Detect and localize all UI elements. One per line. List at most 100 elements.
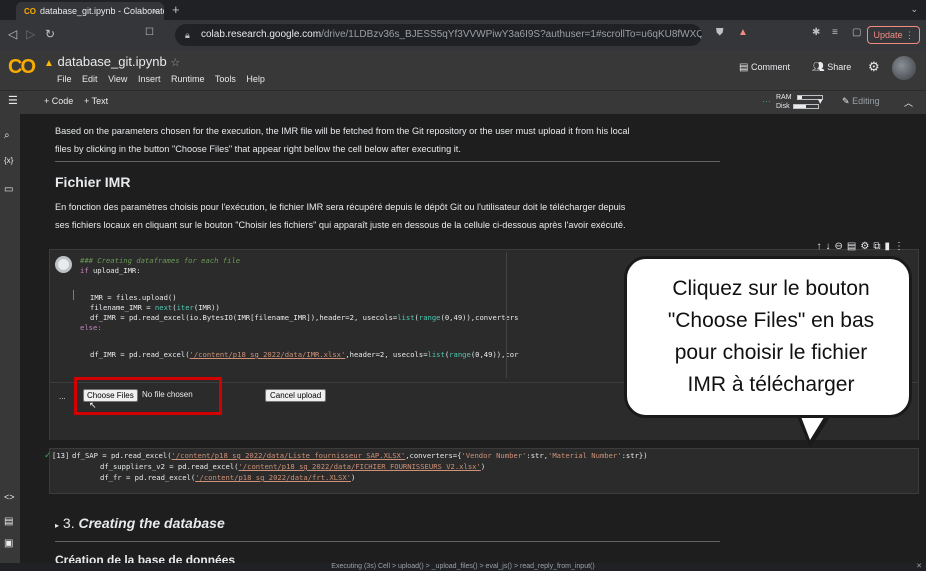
cancel-upload-button[interactable]: Cancel upload <box>265 389 327 402</box>
variables-icon[interactable]: {x} <box>4 156 13 165</box>
more-options-icon[interactable]: ⋮ <box>894 241 908 252</box>
share-icon: 👥︎ <box>812 62 825 73</box>
command-palette-icon[interactable]: ▤ <box>4 516 13 527</box>
expand-section-icon[interactable]: ▸ <box>55 521 59 530</box>
move-up-icon[interactable]: ↑ <box>817 241 826 252</box>
execution-status: Executing (3s) Cell > upload() > _upload… <box>331 563 595 570</box>
notebook-toolbar: ☰ + Code + Text ⋯ RAM Disk ▾ ✎ Editing ︿ <box>0 90 926 114</box>
files-icon[interactable]: ▭ <box>4 184 13 195</box>
code-text: (IMR)) <box>193 303 220 312</box>
menu-edit[interactable]: Edit <box>82 74 98 84</box>
share-button[interactable]: 👥︎ Share <box>812 62 851 73</box>
brave-rewards-icon[interactable]: ▲ <box>738 27 748 38</box>
browser-tab[interactable]: CO database_git.ipynb - Colaboratory × <box>16 2 164 20</box>
code-string: '/content/p18_sg_2022/data/IMR.xlsx' <box>189 350 346 359</box>
editing-mode[interactable]: ✎ Editing <box>842 96 880 107</box>
mirror-cell-icon[interactable]: ⧉ <box>873 241 884 252</box>
colab-tab-icon: CO <box>24 7 36 16</box>
link-icon[interactable]: ⊖ <box>835 241 847 252</box>
terminal-icon[interactable]: ▣ <box>4 538 13 549</box>
ruler-line <box>506 252 507 378</box>
shield-extension-icon[interactable]: ⛊ <box>716 27 724 38</box>
gear-icon[interactable]: ⚙ <box>868 59 880 75</box>
colab-header: CO ▲ database_git.ipynb ☆ File Edit View… <box>0 50 926 90</box>
close-status-icon[interactable]: ✕ <box>916 563 922 571</box>
chevron-down-icon[interactable]: ⌄ <box>910 4 918 15</box>
code-line-2: if upload_IMR: <box>80 266 141 276</box>
drive-icon: ▲ <box>44 58 54 69</box>
reading-list-icon[interactable]: ≡ <box>832 27 838 38</box>
lock-icon: 🔒︎ <box>185 30 190 40</box>
add-code-button[interactable]: + Code <box>44 96 73 106</box>
menu-file[interactable]: File <box>57 74 72 84</box>
code-cell-load-data[interactable]: ✓ [13] df_SAP = pd.read_excel('/content/… <box>44 448 919 494</box>
code-line-2: df_suppliers_v2 = pd.read_excel('/conten… <box>100 462 485 472</box>
code-string: '/content/p18_sg_2022/data/FICHIER FOURN… <box>238 462 481 471</box>
notebook-title[interactable]: ▲ database_git.ipynb ☆ <box>44 54 180 69</box>
toc-menu-icon[interactable]: ☰ <box>8 94 18 107</box>
code-builtin: list <box>397 313 415 322</box>
code-text: ,converters={ <box>405 451 462 460</box>
code-snippets-icon[interactable]: <> <box>4 492 15 502</box>
disk-meter <box>792 103 819 109</box>
code-text: df_IMR = pd.read_excel( <box>90 350 190 359</box>
code-string: 'Vendor Number' <box>461 451 527 460</box>
code-builtin: next <box>154 303 173 312</box>
delete-cell-icon[interactable]: ▮ <box>884 241 894 252</box>
comment-label: Comment <box>750 62 790 72</box>
section-heading[interactable]: ▸ 3. Creating the database <box>55 513 225 536</box>
menu-insert[interactable]: Insert <box>138 74 161 84</box>
stop-execution-button[interactable] <box>55 256 72 273</box>
pencil-icon: ✎ <box>842 96 850 106</box>
url-host: colab.research.google.com <box>201 29 322 40</box>
paragraph-en-line1: Based on the parameters chosen for the e… <box>55 126 630 136</box>
reload-icon[interactable]: ↻ <box>45 27 55 41</box>
menu-tools[interactable]: Tools <box>215 74 236 84</box>
colab-logo[interactable]: CO <box>8 56 36 79</box>
bookmark-page-icon[interactable]: ☐ <box>145 27 154 38</box>
search-icon[interactable]: ⌕ <box>4 130 10 141</box>
output-menu-icon[interactable]: ... <box>59 392 66 401</box>
extensions-icon[interactable]: ✱ <box>812 27 820 38</box>
comment-icon: ▤ <box>739 62 749 73</box>
left-sidebar: ⌕ {x} ▭ <> ▤ ▣ <box>0 114 20 563</box>
code-text: filename_IMR = <box>90 303 155 312</box>
code-text: upload_IMR: <box>88 266 141 275</box>
move-down-icon[interactable]: ↓ <box>826 241 835 252</box>
code-text: ) <box>350 473 356 482</box>
menu-runtime[interactable]: Runtime <box>171 74 205 84</box>
code-keyword: if <box>80 266 89 275</box>
code-builtin: range <box>449 350 471 359</box>
close-tab-icon[interactable]: × <box>153 2 158 20</box>
address-bar[interactable]: 🔒︎ colab.research.google.com/drive/1LDBz… <box>175 24 702 46</box>
comment-button[interactable]: ▤ Comment <box>739 62 790 73</box>
comment-cell-icon[interactable]: ▤ <box>847 241 860 252</box>
code-text: :str, <box>526 451 549 460</box>
notebook-name[interactable]: database_git.ipynb <box>58 54 167 69</box>
line-marker <box>73 290 74 300</box>
code-text: df_IMR = pd.read_excel(io.BytesIO(IMR[fi… <box>90 313 398 322</box>
code-line-1: df_SAP = pd.read_excel('/content/p18_sg_… <box>72 451 648 461</box>
url-path: /drive/1LDBzv36s_BJESS5qYf3VVWPiwY3a6I9S… <box>321 29 702 40</box>
paragraph-en-line2: files by clicking in the button "Choose … <box>55 144 461 154</box>
share-label: Share <box>827 62 852 72</box>
new-tab-button[interactable]: + <box>172 2 180 17</box>
collapse-header-icon[interactable]: ︿ <box>904 96 913 109</box>
window-icon[interactable]: ▢ <box>852 27 861 38</box>
status-bar: Executing (3s) Cell > upload() > _upload… <box>0 563 926 571</box>
back-icon[interactable]: ◁ <box>8 27 17 41</box>
forward-icon[interactable]: ▷ <box>26 27 35 41</box>
menu-view[interactable]: View <box>108 74 127 84</box>
code-string: 'Material Number' <box>548 451 622 460</box>
mouse-cursor-icon: ↖ <box>89 400 97 410</box>
avatar[interactable] <box>892 56 916 80</box>
code-line-5: df_IMR = pd.read_excel(io.BytesIO(IMR[fi… <box>90 313 518 323</box>
callout-line-2: "Choose Files" en bas <box>667 309 875 332</box>
resources-indicator[interactable]: RAM Disk <box>776 93 823 111</box>
add-text-button[interactable]: + Text <box>84 96 108 106</box>
menu-help[interactable]: Help <box>246 74 265 84</box>
resources-dropdown-icon[interactable]: ▾ <box>818 96 823 107</box>
update-button[interactable]: Update ⋮ <box>867 26 920 44</box>
cell-settings-icon[interactable]: ⚙ <box>860 241 873 252</box>
star-icon[interactable]: ☆ <box>170 57 180 69</box>
